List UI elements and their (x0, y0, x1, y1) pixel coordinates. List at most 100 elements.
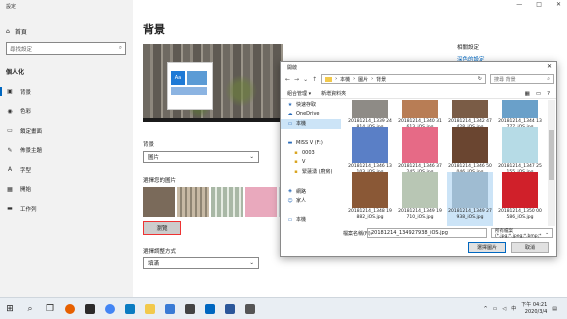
choose-picture-button[interactable]: 選擇圖片 (468, 242, 506, 253)
help-icon[interactable]: ? (547, 91, 550, 97)
sidebar-home[interactable]: ⌂ 首頁 (6, 27, 27, 36)
scrollbar-thumb[interactable] (549, 130, 554, 180)
nav-item[interactable]: ▪ 緊蓮湧 (廚房) (281, 167, 341, 177)
sidebar-item[interactable]: ▣ 背景 (0, 87, 31, 96)
file-thumbnail (352, 100, 388, 118)
breadcrumb-item[interactable]: 背景 (376, 76, 386, 83)
chevron-down-icon: ⌄ (249, 154, 254, 160)
dialog-navbar: ← → ⌄ ↑ › 本機 › 圖片 › 背景 ↻ 搜尋 背景 ⌕ (285, 74, 554, 84)
nav-item[interactable]: ◈ 網路 (281, 186, 341, 196)
notifications-icon[interactable]: ▤ (552, 306, 557, 312)
nav-item[interactable]: ☺ 家人 (281, 196, 341, 206)
sidebar-item[interactable]: ✎ 佈景主題 (6, 146, 42, 155)
settings-icon[interactable] (240, 298, 260, 319)
refresh-icon[interactable]: ↻ (478, 76, 482, 82)
filetype-dropdown[interactable]: 所有檔案 (*.jpg;*.jpeg;*.bmp;* ⌄ (491, 228, 553, 239)
view-options-icon[interactable]: ▦ (525, 91, 530, 97)
search-icon[interactable]: ⌕ (20, 298, 40, 319)
sidebar-item[interactable]: ▬ 工作列 (6, 204, 36, 213)
breadcrumb-separator: › (353, 76, 356, 82)
folder-icon[interactable] (140, 298, 160, 319)
volume-icon[interactable]: ◁ (502, 306, 506, 312)
close-button[interactable]: ✕ (556, 1, 561, 8)
background-dropdown[interactable]: 圖片 ⌄ (143, 151, 259, 163)
up-arrow-icon[interactable]: ↑ (312, 76, 317, 83)
maximize-button[interactable]: □ (536, 1, 542, 8)
sidebar-item[interactable]: A 字型 (6, 165, 31, 174)
cancel-button[interactable]: 取消 (511, 242, 549, 253)
nav-item[interactable]: ☁ OneDrive (281, 110, 341, 120)
new-folder-button[interactable]: 新增資料夾 (321, 90, 346, 97)
file-list-scrollbar[interactable] (548, 100, 555, 226)
nav-item[interactable]: ▭ 本機 (281, 215, 341, 225)
system-tray: ^ ▭ ◁ 中 下午 04:21 2020/3/4 ▤ (483, 302, 567, 316)
nav-item[interactable]: ▭ 本機 (281, 119, 341, 129)
nav-item[interactable] (281, 129, 341, 139)
sidebar-item[interactable]: ▦ 開始 (6, 185, 31, 194)
drive-icon: ▬ (287, 140, 293, 147)
sidebar-section-title: 個人化 (6, 69, 25, 76)
app-icon[interactable] (80, 298, 100, 319)
browse-button[interactable]: 瀏覽 (143, 221, 181, 235)
nav-item-label: 本機 (296, 217, 307, 224)
input-method[interactable]: 中 (511, 305, 516, 312)
firefox-icon[interactable] (60, 298, 80, 319)
organize-menu[interactable]: 組合管理 ▾ (287, 90, 311, 97)
picture-thumbnail[interactable] (211, 187, 243, 217)
clock[interactable]: 下午 04:21 2020/3/4 (521, 302, 547, 316)
sidebar-item[interactable]: ◉ 色彩 (6, 107, 31, 116)
nav-item[interactable] (281, 177, 341, 187)
sidebar-item[interactable]: ▭ 鎖定畫面 (6, 126, 42, 135)
nav-item[interactable]: ▬ MISS V (F:) (281, 138, 341, 148)
taskbar-icon: ▬ (7, 205, 13, 212)
computer-icon: ▭ (287, 120, 293, 127)
edge-icon[interactable] (120, 298, 140, 319)
back-arrow-icon[interactable]: ← (285, 76, 290, 83)
chevron-up-icon[interactable]: ^ (483, 306, 487, 312)
computer-icon: ▭ (287, 216, 293, 223)
file-item[interactable]: 20181214_1349 27938_iOS.jpg (447, 172, 493, 226)
sidebar-item-label: 字型 (20, 167, 32, 174)
word-icon[interactable] (220, 298, 240, 319)
window-title: 設定 (6, 4, 17, 10)
nav-item[interactable]: ▪ 0003 (281, 148, 341, 158)
settings-search-input[interactable]: 尋找設定 ⌕ (6, 42, 126, 55)
nav-item-label: 家人 (296, 198, 307, 205)
folder-icon: ▪ (294, 159, 298, 166)
open-file-dialog: 開啟 ✕ ← → ⌄ ↑ › 本機 › 圖片 › 背景 ↻ 搜尋 背景 ⌕ 組合… (280, 61, 557, 257)
file-name: 20181214_1348 19882_iOS.jpg (348, 209, 392, 220)
nav-item[interactable] (281, 206, 341, 216)
nav-item[interactable]: ▪ V (281, 158, 341, 168)
file-item[interactable]: 20181214_1349 19710_iOS.jpg (397, 172, 443, 226)
file-item[interactable]: 20181214_1350 00586_iOS.jpg (497, 172, 543, 226)
minimize-button[interactable]: — (516, 1, 522, 8)
recent-chevron-icon[interactable]: ⌄ (303, 76, 308, 83)
address-bar[interactable]: › 本機 › 圖片 › 背景 ↻ (321, 74, 486, 84)
filename-input[interactable]: 20181214_134927938_iOS.jpg (367, 228, 487, 238)
preview-pane-icon[interactable]: ▭ (536, 91, 541, 97)
store-icon[interactable] (180, 298, 200, 319)
forward-arrow-icon[interactable]: → (294, 76, 299, 83)
taskbar: ⊞ ⌕ ❐ ^ ▭ ◁ 中 下午 04:21 2020/3/4 ▤ (0, 297, 567, 319)
picture-thumbnail[interactable] (177, 187, 209, 217)
mail-icon[interactable] (200, 298, 220, 319)
page-title: 背景 (143, 23, 165, 36)
task-view-icon[interactable]: ❐ (40, 298, 60, 319)
folder-icon (325, 76, 333, 82)
nav-item[interactable]: ★ 快速存取 (281, 100, 341, 110)
breadcrumb-item[interactable]: 本機 (340, 76, 350, 83)
network-icon[interactable]: ▭ (493, 306, 498, 312)
image-viewer-icon[interactable] (160, 298, 180, 319)
dialog-search-placeholder: 搜尋 背景 (494, 76, 516, 83)
file-thumbnail (352, 127, 388, 163)
file-thumbnail (352, 172, 388, 208)
fit-dropdown[interactable]: 填滿 ⌄ (143, 257, 259, 269)
dialog-close-button[interactable]: ✕ (547, 63, 552, 70)
start-icon[interactable]: ⊞ (0, 298, 20, 319)
chrome-icon[interactable] (100, 298, 120, 319)
picture-thumbnail[interactable] (245, 187, 277, 217)
breadcrumb-item[interactable]: 圖片 (358, 76, 368, 83)
dialog-search-input[interactable]: 搜尋 背景 ⌕ (490, 74, 554, 84)
file-item[interactable]: 20181214_1348 19882_iOS.jpg (347, 172, 393, 226)
picture-thumbnail[interactable] (143, 187, 175, 217)
